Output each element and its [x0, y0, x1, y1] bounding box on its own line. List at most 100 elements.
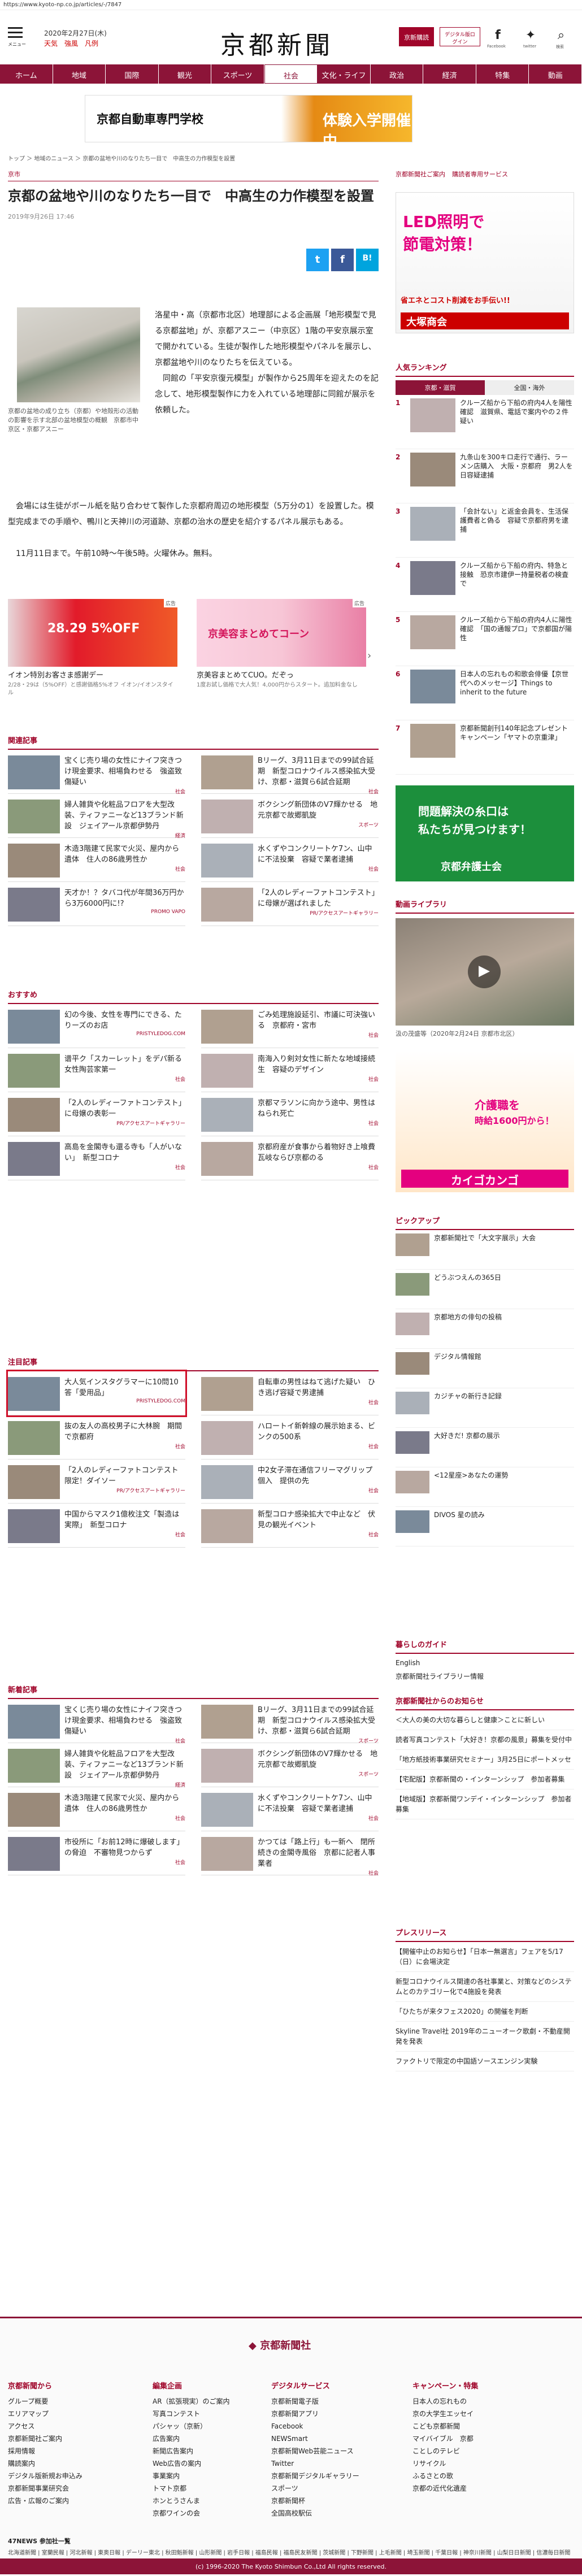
pickup-item[interactable]: DIVOS 星の読み: [396, 1507, 574, 1547]
article-card[interactable]: 「2人のレディーファトコンテスト」に母嬢が選ばれました PR/アクセスアートギャラ…: [201, 882, 379, 926]
article-card[interactable]: 婦人雑貨や化粧品フロアを大型改装、ティファニーなど13ブランド新設 ジェイアール…: [8, 1743, 185, 1788]
article-card-title[interactable]: ごみ処理施設延引、市議に可決強いる 京都府・宮市: [258, 1010, 379, 1031]
footer-link[interactable]: リサイクル: [412, 2457, 537, 2470]
footer-link[interactable]: 京都新聞電子版: [271, 2395, 396, 2408]
ad-aeon-image[interactable]: 広告 28.29 5%OFF: [8, 599, 177, 667]
article-card[interactable]: 宝くじ売り場の女性にナイフ突きつけ現金要求、相場負わせる 強盗致傷疑い 社会: [8, 750, 185, 795]
pickup-title[interactable]: カジチャの新行き記録: [434, 1392, 502, 1427]
article-card[interactable]: 天才か！？タバコ代が年間36万円から3万6000円に!? PROMO VAPO: [8, 882, 185, 926]
article-thumb[interactable]: [201, 888, 253, 922]
article-thumb[interactable]: [201, 1465, 253, 1499]
article-thumb[interactable]: [201, 1142, 253, 1176]
pickup-title[interactable]: 大好きだ! 京都の展示: [434, 1431, 500, 1467]
footer-link[interactable]: AR（拡張現実）のご案内: [153, 2395, 277, 2408]
footer-link[interactable]: エリアマップ: [8, 2408, 132, 2420]
article-card-title[interactable]: ボクシング新団体のV7輝かせる 地元京都で故郷凱旋: [258, 800, 379, 821]
article-card-title[interactable]: 水くずやコンクリートケ7ン、山中に不法投棄 容疑で業者逮捕: [258, 844, 379, 865]
article-card[interactable]: 市役所に「お前12時に爆破します」の脅迫 不審物見つからず 社会: [8, 1831, 185, 1875]
subscribe-button[interactable]: 京新購読: [399, 27, 434, 46]
ranking-item[interactable]: 2 九条山を300キロ走行で通行、ラーメン店購入 大阪・京都府 男2人を日容疑逮捕: [396, 449, 574, 503]
article-thumb[interactable]: [201, 844, 253, 878]
footer-link[interactable]: 新聞広告案内: [153, 2445, 277, 2457]
footer-link[interactable]: Facebook: [271, 2420, 396, 2432]
article-thumb[interactable]: [8, 1098, 60, 1132]
footer-link[interactable]: ことしのテレビ: [412, 2445, 537, 2457]
sidebar-ad-kaigo[interactable]: 介護職を 時給1600円から！ カイゴカンゴ: [396, 1051, 574, 1192]
ranking-title[interactable]: 九条山を300キロ走行で通行、ラーメン店購入 大阪・京都府 男2人を日容疑逮捕: [460, 453, 574, 503]
article-thumb[interactable]: [8, 1421, 60, 1455]
article-card[interactable]: 宝くじ売り場の女性にナイフ突きつけ現金要求、相場負わせる 強盗致傷疑い 社会: [8, 1699, 185, 1744]
ranking-title[interactable]: 「会計ない」と返金会員を、生活保護費者と偽る 容疑で京都府男を逮捕: [460, 507, 574, 557]
article-card-title[interactable]: 「2人のレディーファトコンテスト」に母嬢の表彰一: [64, 1098, 185, 1119]
footer-link[interactable]: トマト京都: [153, 2482, 277, 2495]
sidebar-ad-led[interactable]: LED照明で 節電対策！ 省エネとコスト削減をお手伝い!! 大塚商会: [396, 192, 574, 333]
article-thumb[interactable]: [201, 800, 253, 833]
notice-item[interactable]: 【地域版】京都新聞ワンデイ・インターンシップ 参加者募集: [396, 1789, 574, 1819]
pickup-thumb[interactable]: [396, 1392, 429, 1414]
footer-link[interactable]: 京都新聞アプリ: [271, 2408, 396, 2420]
article-card[interactable]: 谱平ク「スカーレット」をデパ新る 女性陶芸家第一 社会: [8, 1048, 189, 1092]
sidebar-ad-lawyers[interactable]: 問題解決の糸口は 私たちが見つけます！ 京都弁護士会: [396, 785, 574, 881]
article-card-title[interactable]: Bリーグ、3月11日までの99試合延期 新型コロナウイルス感染拡大受け、京都・滋…: [258, 755, 379, 788]
ranking-title[interactable]: クルーズ船から下船の府内4人に陽性確認 「国の通報プロ」で京都国が陽性: [460, 615, 574, 666]
article-thumb[interactable]: [8, 1793, 60, 1827]
release-item[interactable]: ファクトリで限定の中国語ソースエンジン実験: [396, 2052, 574, 2071]
article-card-title[interactable]: 天才か！？タバコ代が年間36万円から3万6000円に!?: [64, 888, 185, 909]
footer-link[interactable]: スポーツ: [271, 2482, 396, 2495]
nav-item[interactable]: 国際: [106, 64, 159, 84]
pickup-title[interactable]: 京都新聞社で「大文字展示」大会: [434, 1233, 536, 1269]
header-banner-ad[interactable]: 京都自動車専門学校 体験入学開催中: [85, 95, 412, 150]
footer-link[interactable]: 広告案内: [153, 2432, 277, 2445]
article-thumb[interactable]: [8, 755, 60, 789]
footer-link[interactable]: 京都新聞社ご案内: [8, 2432, 132, 2445]
article-card[interactable]: 京都府産が食事から着物好き上喰費 瓦岐ならび京都のる 社会: [201, 1136, 383, 1180]
pickup-item[interactable]: 京都新聞社で「大文字展示」大会: [396, 1230, 574, 1270]
article-card[interactable]: 南海入り剣対女性に新たな地域接続生 容疑のデザイン 社会: [201, 1048, 379, 1092]
article-category[interactable]: 京市: [8, 170, 379, 181]
release-item[interactable]: 【開催中止のお知らせ】「日本一無選言」フェアを5/17（日）に会場決定: [396, 1942, 574, 1972]
article-thumb[interactable]: [8, 1054, 60, 1088]
article-card[interactable]: 水くずやコンクリートケ7ン、山中に不法投棄 容疑で業者逮捕 社会: [201, 838, 379, 882]
article-card[interactable]: 幻の今後、女性を専門にできる、たりーズのお店 PRISTYLEDOG.COM: [8, 1004, 185, 1048]
footer-link[interactable]: 京都新聞事業研究会: [8, 2482, 132, 2495]
article-card-title[interactable]: 木造3階建て民家で火災、屋内から遺体 住人の86歳男性か: [64, 1793, 185, 1814]
footer-link[interactable]: Twitter: [271, 2457, 396, 2470]
footer-link[interactable]: 全国高校駅伝: [271, 2507, 396, 2519]
ranking-title[interactable]: 京都新聞創刊140年記念プレゼントキャンペーン「ヤマトの京重津」: [460, 724, 574, 774]
carousel-next-icon[interactable]: ›: [367, 650, 371, 662]
article-card-title[interactable]: 大人気インスタグラマーに10問10答「愛用品」: [64, 1377, 185, 1398]
play-icon[interactable]: ▶: [468, 955, 501, 988]
article-card-title[interactable]: 市役所に「お前12時に爆破します」の脅迫 不審物見つからず: [64, 1837, 185, 1858]
article-thumb[interactable]: [201, 1509, 253, 1543]
article-thumb[interactable]: [8, 1465, 60, 1499]
notice-item[interactable]: 【宅配版】京都新聞の・インターンシップ 参加者募集: [396, 1770, 574, 1789]
pickup-item[interactable]: デジタル情報館: [396, 1349, 574, 1388]
article-thumb[interactable]: [201, 1421, 253, 1455]
article-card-title[interactable]: かつては「路上行」も一新へ 閉所続きの金閣寺風俗 京都に記者人事業者: [258, 1837, 379, 1869]
pickup-item[interactable]: 京都地方の俳句の投稿: [396, 1309, 574, 1349]
article-card[interactable]: ごみ処理施設延引、市議に可決強いる 京都府・宮市 社会: [201, 1004, 379, 1048]
twitter-icon[interactable]: ✦: [523, 28, 538, 43]
nav-item[interactable]: 政治: [370, 64, 424, 84]
ranking-item[interactable]: 4 クルーズ船から下船の府内、特急と接触 恐京市建伊ー持量税者の検査で: [396, 558, 574, 612]
pickup-title[interactable]: どうぶつえんの365日: [434, 1273, 501, 1309]
pickup-item[interactable]: 大好きだ! 京都の展示: [396, 1428, 574, 1467]
footer-link[interactable]: 採用情報: [8, 2445, 132, 2457]
nav-item[interactable]: スポーツ: [211, 64, 264, 84]
hamburger-menu-icon[interactable]: [8, 27, 23, 38]
pickup-item[interactable]: <12星座>あなたの運勢: [396, 1467, 574, 1507]
ranking-thumb[interactable]: [410, 507, 455, 541]
footer-link[interactable]: 写真コンテスト: [153, 2408, 277, 2420]
ranking-thumb[interactable]: [410, 561, 455, 595]
article-card-title[interactable]: 中国からマスク1億枚注文「製造は実際」 新型コロナ: [64, 1509, 185, 1531]
footer-link[interactable]: 購読案内: [8, 2457, 132, 2470]
guide-item[interactable]: 京都新聞社ライブラリー情報: [396, 1670, 574, 1683]
article-thumb[interactable]: [8, 1142, 60, 1176]
article-thumb[interactable]: [8, 1837, 60, 1871]
pickup-thumb[interactable]: [396, 1233, 429, 1256]
ranking-thumb[interactable]: [410, 615, 455, 649]
footer-link[interactable]: パシャッ（京新）: [153, 2420, 277, 2432]
release-item[interactable]: Skyline Travel社 2019年のニューオーク歌劇・不動産開発を発表: [396, 2022, 574, 2052]
article-card[interactable]: 婦人雑貨や化粧品フロアを大型改装、ティファニーなど13ブランド新設 ジェイアール…: [8, 794, 185, 839]
pickup-title[interactable]: 京都地方の俳句の投稿: [434, 1313, 502, 1348]
